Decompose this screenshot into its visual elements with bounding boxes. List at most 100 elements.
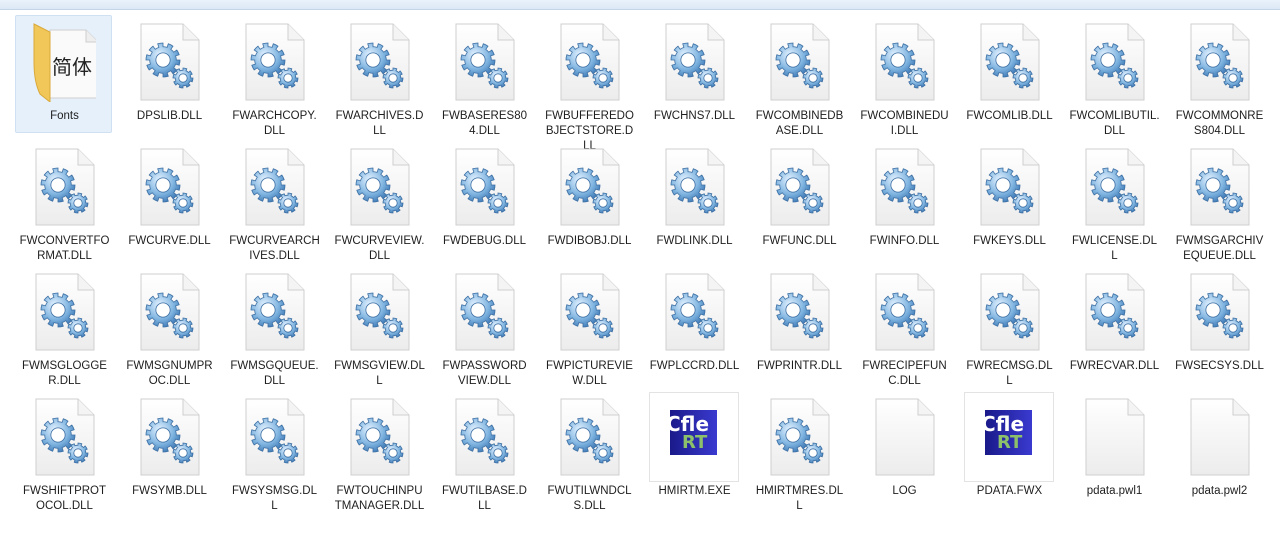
file-item[interactable]: FWDEBUG.DLL [435, 140, 532, 258]
file-item[interactable]: FWPICTUREVIEW.DLL [540, 265, 637, 387]
file-item[interactable]: pdata.pwl1 [1065, 390, 1162, 508]
file-item[interactable]: FWMSGVIEW.DLL [330, 265, 427, 387]
file-name: FWPASSWORDVIEW.DLL [442, 360, 527, 387]
file-name: FWMSGNUMPROC.DLL [126, 360, 213, 387]
dll-gear-file-icon [137, 397, 201, 477]
file-item[interactable]: FWPRINTR.DLL [750, 265, 847, 383]
file-item[interactable]: FWUTILBASE.DLL [435, 390, 532, 512]
dll-gear-file-icon [557, 272, 621, 352]
file-item[interactable]: FWMSGQUEUE.DLL [225, 265, 322, 387]
file-item[interactable]: LOG [855, 390, 952, 508]
file-name: HMIRTM.EXE [658, 485, 731, 497]
file-item[interactable]: FWCURVEARCHIVES.DLL [225, 140, 322, 262]
dll-gear-file-icon [872, 22, 936, 102]
file-name: FWUTILBASE.DLL [442, 485, 527, 512]
file-name: FWCOMBINEDUI.DLL [860, 110, 949, 137]
file-name: FWINFO.DLL [869, 235, 940, 247]
dll-gear-file-icon [1082, 272, 1146, 352]
file-name: FWCURVEVIEW.DLL [334, 235, 425, 262]
file-item[interactable]: FWSYSMSG.DLL [225, 390, 322, 512]
file-item[interactable]: FWBUFFEREDOBJECTSTORE.DLL [540, 15, 637, 152]
file-item[interactable]: FWCHNS7.DLL [645, 15, 742, 133]
file-name: FWMSGVIEW.DLL [334, 360, 425, 387]
file-item[interactable]: FWSHIFTPROTOCOL.DLL [15, 390, 112, 512]
dll-gear-file-icon [1187, 147, 1251, 227]
dll-gear-file-icon [557, 397, 621, 477]
dll-gear-file-icon [767, 272, 831, 352]
dll-gear-file-icon [767, 22, 831, 102]
file-item[interactable]: FWCURVEVIEW.DLL [330, 140, 427, 262]
fonts-folder-icon: 简体 [32, 22, 99, 104]
file-name: FWMSGQUEUE.DLL [230, 360, 319, 387]
file-name: FWMSGLOGGER.DLL [22, 360, 107, 387]
dll-gear-file-icon [32, 397, 96, 477]
file-name: FWDIBOBJ.DLL [547, 235, 632, 247]
file-item[interactable]: HMIRTMRES.DLL [750, 390, 847, 512]
file-item[interactable]: 简体 Fonts [15, 15, 112, 133]
dll-gear-file-icon [242, 147, 306, 227]
file-item[interactable]: FWRECIPEFUNC.DLL [855, 265, 952, 387]
file-item[interactable]: FWSYMB.DLL [120, 390, 217, 508]
file-item[interactable]: FWRECMSG.DLL [960, 265, 1057, 387]
file-name: FWPLCCRD.DLL [649, 360, 740, 372]
dll-gear-file-icon [242, 272, 306, 352]
file-name: FWSECSYS.DLL [1175, 360, 1264, 372]
dll-gear-file-icon [977, 22, 1041, 102]
file-item[interactable]: FWARCHCOPY.DLL [225, 15, 322, 137]
file-name: FWCONVERTFORMAT.DLL [19, 235, 110, 262]
dll-gear-file-icon [557, 22, 621, 102]
file-name: FWFUNC.DLL [762, 235, 837, 247]
file-item[interactable]: FWMSGARCHIVEQUEUE.DLL [1170, 140, 1267, 262]
file-item[interactable]: pdata.pwl2 [1170, 390, 1267, 508]
wincc-flexible-runtime-icon: Cfle RT [649, 392, 739, 482]
toolbar-strip [0, 0, 1280, 10]
file-item[interactable]: FWCOMMONRES804.DLL [1170, 15, 1267, 137]
file-name: DPSLIB.DLL [136, 110, 203, 122]
file-item[interactable]: Cfle RT PDATA.FWX [960, 390, 1057, 508]
file-item[interactable]: FWBASERES804.DLL [435, 15, 532, 137]
file-name: FWARCHIVES.DLL [335, 110, 424, 137]
dll-gear-file-icon [452, 272, 516, 352]
file-item[interactable]: FWINFO.DLL [855, 140, 952, 258]
dll-gear-file-icon [242, 22, 306, 102]
dll-gear-file-icon [872, 147, 936, 227]
file-item[interactable]: FWPASSWORDVIEW.DLL [435, 265, 532, 387]
dll-gear-file-icon [452, 397, 516, 477]
file-name: FWUTILWNDCLS.DLL [547, 485, 632, 512]
file-name: FWKEYS.DLL [973, 235, 1046, 247]
file-name: FWTOUCHINPUTMANAGER.DLL [334, 485, 425, 512]
dll-gear-file-icon [977, 272, 1041, 352]
file-item[interactable]: FWSECSYS.DLL [1170, 265, 1267, 383]
file-item[interactable]: FWMSGNUMPROC.DLL [120, 265, 217, 387]
svg-text:简体: 简体 [52, 55, 92, 79]
file-item[interactable]: FWKEYS.DLL [960, 140, 1057, 258]
blank-file-icon [1082, 397, 1146, 477]
file-item[interactable]: FWCOMBINEDUI.DLL [855, 15, 952, 137]
file-item[interactable]: FWRECVAR.DLL [1065, 265, 1162, 383]
file-item[interactable]: FWMSGLOGGER.DLL [15, 265, 112, 387]
file-name: FWCOMBINEDBASE.DLL [755, 110, 844, 137]
file-item[interactable]: FWLICENSE.DLL [1065, 140, 1162, 262]
dll-gear-file-icon [242, 397, 306, 477]
file-name: Fonts [50, 110, 79, 122]
file-item[interactable]: FWDLINK.DLL [645, 140, 742, 258]
file-item[interactable]: FWCONVERTFORMAT.DLL [15, 140, 112, 262]
file-item[interactable]: FWCOMLIB.DLL [960, 15, 1057, 133]
file-item[interactable]: FWARCHIVES.DLL [330, 15, 427, 137]
file-item[interactable]: Cfle RT HMIRTM.EXE [645, 390, 742, 508]
file-item[interactable]: FWCOMLIBUTIL.DLL [1065, 15, 1162, 137]
file-item[interactable]: FWFUNC.DLL [750, 140, 847, 258]
file-name: LOG [892, 485, 917, 497]
file-item[interactable]: DPSLIB.DLL [120, 15, 217, 133]
dll-gear-file-icon [1082, 22, 1146, 102]
file-item[interactable]: FWCURVE.DLL [120, 140, 217, 258]
blank-file-icon [1187, 397, 1251, 477]
file-item[interactable]: FWCOMBINEDBASE.DLL [750, 15, 847, 137]
file-item[interactable]: FWUTILWNDCLS.DLL [540, 390, 637, 512]
file-item[interactable]: FWTOUCHINPUTMANAGER.DLL [330, 390, 427, 512]
dll-gear-file-icon [557, 147, 621, 227]
file-item[interactable]: FWPLCCRD.DLL [645, 265, 742, 383]
file-name: FWCOMLIBUTIL.DLL [1069, 110, 1160, 137]
file-item[interactable]: FWDIBOBJ.DLL [540, 140, 637, 258]
dll-gear-file-icon [1187, 22, 1251, 102]
